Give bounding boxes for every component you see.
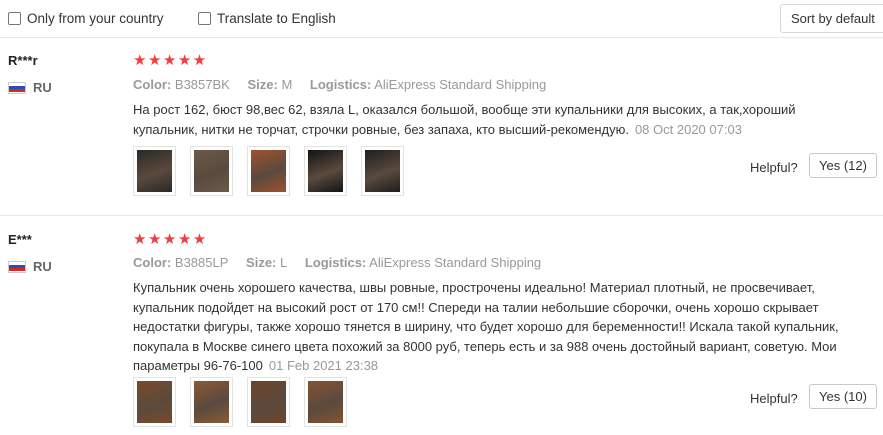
reviewer-country: RU: [8, 259, 52, 274]
star-rating: ★★★★★: [133, 52, 208, 69]
color-label: Color:: [133, 77, 172, 92]
photo-image: [251, 150, 286, 192]
logistics-value: AliExpress Standard Shipping: [369, 255, 542, 270]
review-photo-thumbnail[interactable]: [133, 146, 176, 196]
translate-to-english-label: Translate to English: [217, 11, 336, 26]
reviewer-name: R***r: [8, 53, 38, 68]
order-info: Color: B3857BK Size: M Logistics: AliExp…: [133, 77, 560, 92]
russia-flag-icon: [8, 81, 26, 94]
logistics-value: AliExpress Standard Shipping: [374, 77, 547, 92]
review-date: 08 Oct 2020 07:03: [634, 121, 742, 137]
photo-image: [308, 150, 343, 192]
review-item: R***r RU ★★★★★ Color: B3857BK Size: M Lo…: [0, 38, 883, 216]
review-item: E*** RU ★★★★★ Color: B3885LP Size: L Log…: [0, 217, 883, 435]
logistics-label: Logistics:: [304, 255, 367, 270]
reviewer-name: E***: [8, 232, 32, 247]
review-photo-thumbnail[interactable]: [361, 146, 404, 196]
helpful-yes-button[interactable]: Yes (12): [809, 153, 877, 178]
checkbox-box[interactable]: [8, 12, 21, 25]
reviewer-country: RU: [8, 80, 52, 95]
review-photo-thumbnail[interactable]: [247, 146, 290, 196]
order-info: Color: B3885LP Size: L Logistics: AliExp…: [133, 255, 555, 270]
size-value: L: [280, 255, 288, 270]
helpful-yes-button[interactable]: Yes (10): [809, 384, 877, 409]
photo-image: [137, 381, 172, 423]
review-photo-thumbnail[interactable]: [190, 377, 233, 427]
review-photo-thumbnail[interactable]: [133, 377, 176, 427]
size-value: M: [281, 77, 293, 92]
color-value: B3885LP: [174, 255, 229, 270]
translate-to-english-checkbox[interactable]: Translate to English: [198, 11, 336, 26]
review-photo-thumbnail[interactable]: [304, 377, 347, 427]
size-label: Size:: [247, 77, 278, 92]
review-photo-thumbnail[interactable]: [304, 146, 347, 196]
review-photo-thumbnail[interactable]: [247, 377, 290, 427]
photo-image: [194, 381, 229, 423]
helpful-label: Helpful?: [750, 391, 798, 406]
review-photo-thumbnail[interactable]: [190, 146, 233, 196]
russia-flag-icon: [8, 260, 26, 273]
size-label: Size:: [246, 255, 277, 270]
only-from-country-label: Only from your country: [27, 11, 164, 26]
sort-dropdown[interactable]: Sort by default: [780, 4, 883, 33]
color-label: Color:: [133, 255, 172, 270]
review-photos: [133, 146, 418, 196]
color-value: B3857BK: [174, 77, 230, 92]
review-filter-bar: Only from your country Translate to Engl…: [0, 0, 883, 38]
logistics-label: Logistics:: [309, 77, 372, 92]
photo-image: [194, 150, 229, 192]
country-code: RU: [33, 259, 52, 274]
photo-image: [365, 150, 400, 192]
review-date: 01 Feb 2021 23:38: [268, 358, 379, 373]
photo-image: [137, 150, 172, 192]
photo-image: [308, 381, 343, 423]
only-from-country-checkbox[interactable]: Only from your country: [8, 11, 164, 26]
checkbox-box[interactable]: [198, 12, 211, 25]
review-body: Купальник очень хорошего качества, швы р…: [133, 280, 839, 373]
photo-image: [251, 381, 286, 423]
star-rating: ★★★★★: [133, 231, 208, 248]
country-code: RU: [33, 80, 52, 95]
helpful-label: Helpful?: [750, 160, 798, 175]
review-photos: [133, 377, 361, 427]
review-text: Купальник очень хорошего качества, швы р…: [133, 278, 853, 376]
review-text: На рост 162, бюст 98,вес 62, взяла L, ок…: [133, 100, 853, 139]
